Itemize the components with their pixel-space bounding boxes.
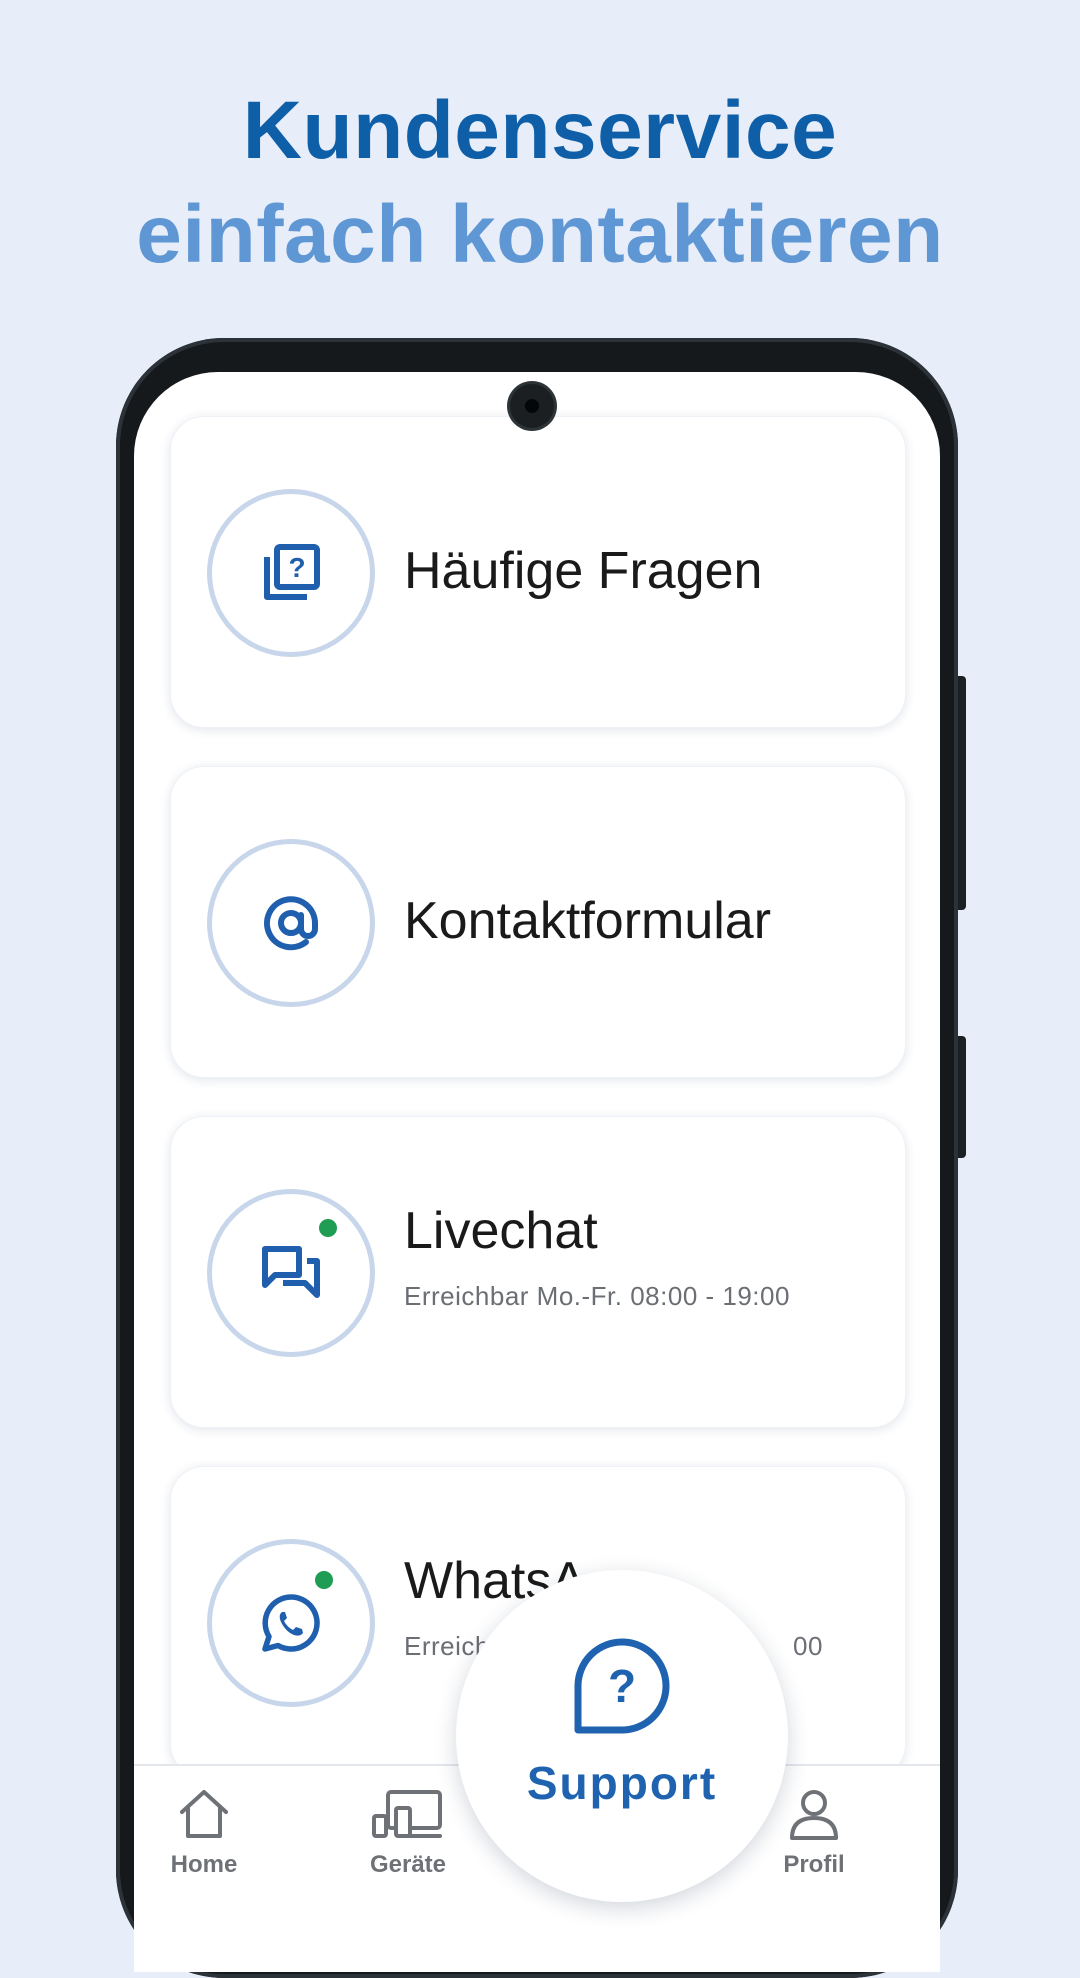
whatsapp-icon <box>262 1594 320 1652</box>
headline-secondary: einfach kontaktieren <box>136 189 944 280</box>
chat-bubbles-icon <box>262 1246 320 1298</box>
headline-primary: Kundenservice <box>242 85 838 176</box>
home-icon <box>180 1790 228 1838</box>
nav-devices-label: Geräte <box>369 1851 447 1878</box>
whatsapp-online-indicator <box>315 1571 333 1589</box>
card-livechat[interactable]: Livechat Erreichbar Mo.-Fr. 08:00 - 19:0… <box>170 1116 906 1428</box>
support-question-icon: ? <box>574 1638 670 1734</box>
nav-profile-label: Profil <box>783 1851 845 1878</box>
devices-icon <box>372 1790 442 1838</box>
card-livechat-title: Livechat <box>404 1202 598 1260</box>
support-button[interactable]: ? Support <box>456 1570 788 1902</box>
faq-icon-ring: ? <box>207 489 375 657</box>
faq-icon: ? <box>264 544 320 600</box>
card-contact-form-title: Kontaktformular <box>404 892 772 950</box>
contact-icon-ring <box>207 839 375 1007</box>
front-camera <box>510 384 554 428</box>
support-label: Support <box>526 1757 718 1809</box>
profile-icon <box>790 1790 838 1840</box>
whatsapp-icon-ring <box>207 1539 375 1707</box>
card-livechat-hours: Erreichbar Mo.-Fr. 08:00 - 19:00 <box>404 1281 790 1311</box>
card-faq-title: Häufige Fragen <box>404 542 763 600</box>
at-sign-icon <box>264 896 318 951</box>
svg-text:?: ? <box>288 552 305 583</box>
card-whatsapp-hours-tail: 00 <box>793 1631 823 1661</box>
card-contact-form[interactable]: Kontaktformular <box>170 766 906 1078</box>
svg-text:?: ? <box>608 1660 636 1712</box>
nav-home-label: Home <box>170 1851 238 1878</box>
livechat-icon-ring <box>207 1189 375 1357</box>
card-faq[interactable]: ? Häufige Fragen <box>170 416 906 728</box>
nav-home[interactable]: Home <box>134 1786 274 1879</box>
livechat-online-indicator <box>319 1219 337 1237</box>
